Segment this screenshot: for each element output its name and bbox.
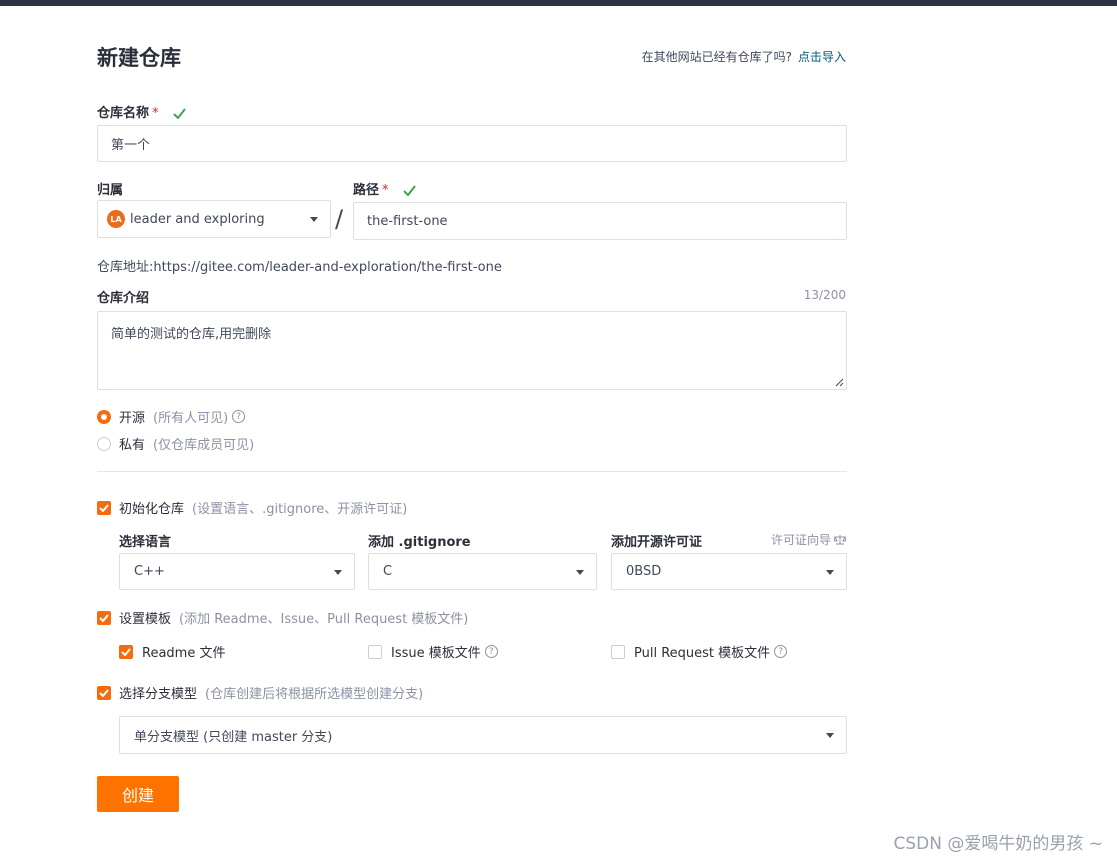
resize-handle-icon[interactable] [835,378,844,387]
issue-label: Issue 模板文件 [391,646,481,661]
template-checkbox[interactable] [97,610,111,625]
chevron-down-icon [334,569,342,575]
help-icon[interactable]: ? [232,410,246,423]
license-value: 0BSD [626,564,662,579]
branch-label: 选择分支模型 [119,687,198,702]
page-title: 新建仓库 [97,46,181,70]
chevron-down-icon [826,569,834,575]
divider [97,471,847,472]
repo-name-label-text: 仓库名称 [97,106,150,121]
language-label: 选择语言 [119,535,172,550]
branch-option[interactable]: 选择分支模型 (仓库创建后将根据所选模型创建分支) [97,683,423,702]
owner-value: leader and exploring [130,211,265,227]
help-icon[interactable]: ? [774,645,788,658]
import-prompt: 在其他网站已经有仓库了吗? 点击导入 [642,48,846,65]
description-counter: 13/200 [803,288,846,302]
gitignore-select[interactable]: C [368,553,597,590]
gitignore-label: 添加 .gitignore [368,535,471,550]
public-label: 开源 [119,411,146,426]
chevron-down-icon [310,217,318,222]
checkmark-icon [99,613,109,622]
license-select[interactable]: 0BSD [611,553,847,590]
path-separator: / [335,205,344,233]
branch-value: 单分支模型 (只创建 master 分支) [134,729,333,745]
private-hint: (仅仓库成员可见) [153,438,255,453]
init-repo-option[interactable]: 初始化仓库 (设置语言、.gitignore、开源许可证) [97,498,407,517]
watermark: CSDN @爱喝牛奶的男孩 ~ [893,834,1103,854]
init-checkbox[interactable] [97,500,111,515]
template-option[interactable]: 设置模板 (添加 Readme、Issue、Pull Request 模板文件) [97,608,468,627]
checkmark-icon [99,503,109,512]
description-textarea[interactable]: 简单的测试的仓库,用完删除 [97,311,847,390]
create-button[interactable]: 创建 [97,776,179,812]
required-mark: * [382,183,389,198]
pr-checkbox[interactable] [611,644,625,659]
owner-select[interactable]: LA leader and exploring [97,200,331,238]
pr-label: Pull Request 模板文件 [634,646,771,661]
path-input[interactable]: the-first-one [353,202,847,240]
branch-hint: (仓库创建后将根据所选模型创建分支) [205,687,424,702]
import-text: 在其他网站已经有仓库了吗? [641,50,792,64]
path-label: 路径 * [353,179,416,198]
template-hint: (添加 Readme、Issue、Pull Request 模板文件) [179,612,469,627]
license-guide-text: 许可证向导 [770,533,831,547]
description-value: 简单的测试的仓库,用完删除 [111,327,272,342]
help-icon[interactable]: ? [484,645,498,658]
scale-icon [834,535,846,545]
chevron-down-icon [576,569,584,575]
top-bar [0,0,1117,6]
branch-select[interactable]: 单分支模型 (只创建 master 分支) [119,716,847,754]
repo-name-label: 仓库名称 * [97,102,186,121]
license-label: 添加开源许可证 [611,535,703,550]
owner-label: 归属 [97,183,124,198]
pr-option[interactable]: Pull Request 模板文件 ? [611,642,788,661]
gitignore-value: C [383,564,393,579]
visibility-public-option[interactable]: 开源 (所有人可见) ? [97,407,246,426]
branch-checkbox[interactable] [97,685,111,700]
public-radio[interactable] [97,409,111,424]
readme-label: Readme 文件 [142,646,226,661]
template-label: 设置模板 [119,612,172,627]
license-guide-link[interactable]: 许可证向导 [771,531,846,548]
import-link[interactable]: 点击导入 [798,50,846,64]
init-label: 初始化仓库 [119,502,185,517]
issue-option[interactable]: Issue 模板文件 ? [368,642,498,661]
language-value: C++ [134,564,165,579]
required-mark: * [152,106,159,121]
public-hint: (所有人可见) [153,411,229,426]
description-label: 仓库介绍 [97,291,150,306]
chevron-down-icon [826,733,834,738]
check-icon [173,108,186,119]
repo-name-input[interactable]: 第一个 [97,125,847,162]
readme-option[interactable]: Readme 文件 [119,642,225,661]
private-radio[interactable] [97,436,111,451]
check-icon [403,185,416,196]
private-label: 私有 [119,438,146,453]
checkmark-icon [99,688,109,697]
checkmark-icon [121,647,131,656]
init-hint: (设置语言、.gitignore、开源许可证) [192,502,408,517]
readme-checkbox[interactable] [119,644,133,659]
avatar: LA [107,210,125,228]
repo-url: 仓库地址:https://gitee.com/leader-and-explor… [97,260,502,275]
issue-checkbox[interactable] [368,644,382,659]
language-select[interactable]: C++ [119,553,355,590]
path-label-text: 路径 [353,183,380,198]
visibility-private-option[interactable]: 私有 (仅仓库成员可见) [97,434,254,453]
